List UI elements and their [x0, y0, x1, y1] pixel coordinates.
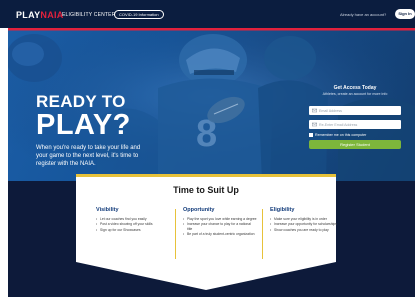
remember-me-label: Remember me on this computer: [315, 133, 367, 137]
form-title: Get Access Today: [333, 85, 377, 91]
sign-in-button[interactable]: Sign In: [395, 9, 415, 19]
logo-play: PLAY: [16, 10, 41, 20]
confirm-email-input[interactable]: [319, 120, 399, 129]
list-item: Show coaches you are ready to play: [270, 228, 344, 233]
opportunity-column: Opportunity Play the sport you love whil…: [183, 207, 257, 238]
column-divider: [175, 209, 176, 259]
confirm-email-field[interactable]: [309, 120, 401, 129]
column-divider: [262, 209, 263, 259]
remember-me-checkbox[interactable]: Remember me on this computer: [309, 133, 367, 138]
visibility-column: Visibility Let our coaches find you easi…: [96, 207, 170, 233]
envelope-icon: [312, 108, 317, 113]
playnaia-logo[interactable]: PLAYNAIA: [16, 10, 64, 20]
covid-info-button[interactable]: COVID-19 Information: [114, 10, 164, 19]
email-field[interactable]: [309, 106, 401, 115]
account-prompt: Already have an account?: [340, 12, 387, 17]
list-item: Be part of a truly student-centric organ…: [183, 232, 257, 237]
hero-description: When you're ready to take your life and …: [36, 145, 141, 167]
list-item: Make sure your eligibility is in order: [270, 217, 344, 222]
list-item: Sign up for our Showcases: [96, 228, 170, 233]
column-heading: Visibility: [96, 207, 119, 213]
email-input[interactable]: [319, 106, 399, 115]
hero-headline-line2: PLAY?: [36, 109, 131, 141]
eligibility-center-title: ELIGIBILITY CENTER: [62, 12, 116, 18]
register-student-button[interactable]: Register Student: [309, 140, 401, 149]
logo-naia: NAIA: [40, 10, 64, 20]
form-subtitle: Athletes, create an account for more inf…: [322, 92, 388, 96]
eligibility-column: Eligibility Make sure your eligibility i…: [270, 207, 344, 233]
list-item: Increase your chance to play for a natio…: [183, 222, 257, 231]
signup-form: Get Access Today Athletes, create an acc…: [305, 85, 405, 155]
list-item: Let our coaches find you easily: [96, 217, 170, 222]
list-item: Play the sport you love while earning a …: [183, 217, 257, 222]
top-navigation-bar: PLAYNAIA ELIGIBILITY CENTER COVID-19 Inf…: [0, 0, 415, 28]
checkbox-box[interactable]: [309, 133, 313, 138]
list-item: Increase your opportunity for scholarshi…: [270, 222, 344, 227]
column-heading: Opportunity: [183, 207, 215, 213]
time-to-suit-up-card: Time to Suit Up Visibility Let our coach…: [76, 174, 337, 290]
list-item: Post a video showing off your skills: [96, 222, 170, 227]
envelope-icon: [312, 122, 317, 127]
hero-banner: 8 READY TO PLAY? When you're ready to ta…: [8, 28, 415, 181]
card-title: Time to Suit Up: [173, 185, 239, 195]
column-heading: Eligibility: [270, 207, 295, 213]
